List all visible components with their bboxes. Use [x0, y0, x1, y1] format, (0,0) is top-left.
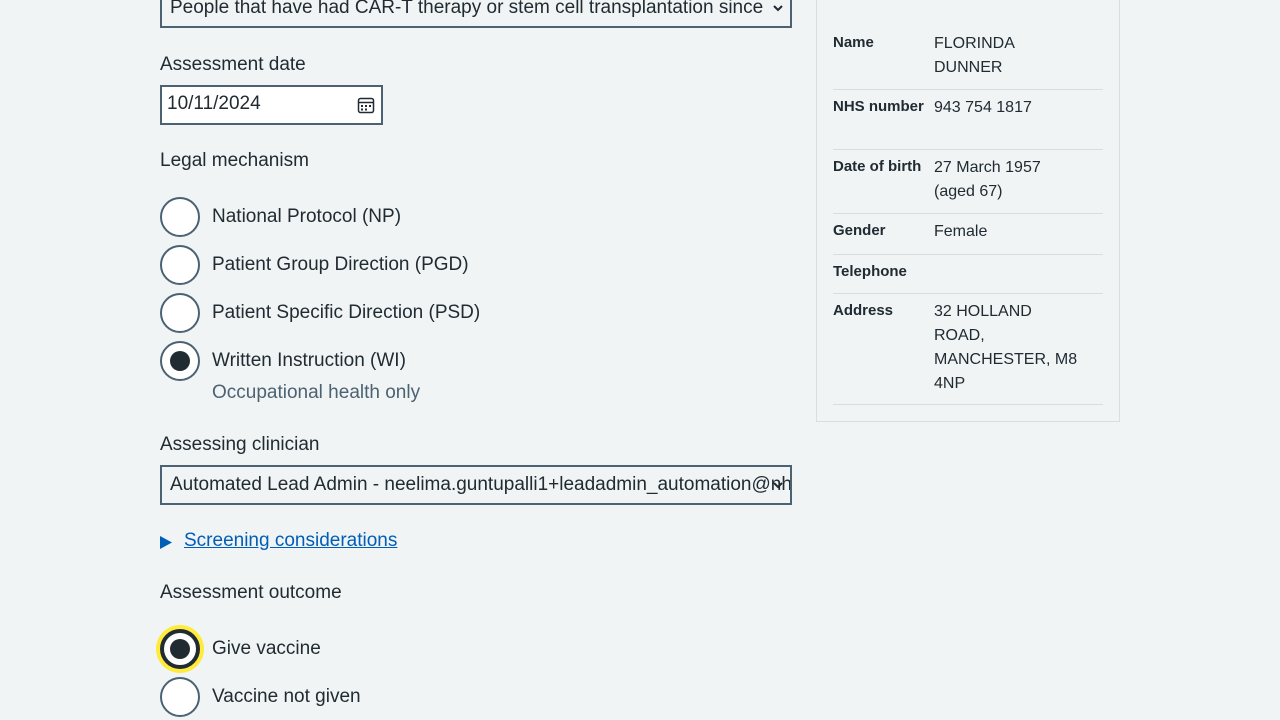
patient-name-label: Name [833, 34, 874, 51]
patient-gender-value: Female [934, 223, 988, 240]
patient-name-row: Name FLORINDA DUNNER [833, 32, 1103, 90]
patient-dob-row: Date of birth 27 March 1957 (aged 67) [833, 149, 1103, 214]
wi-hint: Occupational health only [212, 382, 421, 403]
patient-dob-label: Date of birth [833, 158, 922, 175]
patient-telephone-label: Telephone [833, 263, 907, 280]
screening-considerations-link[interactable]: Screening considerations [184, 530, 397, 552]
radio-psd-label[interactable]: Patient Specific Direction (PSD) [212, 293, 480, 333]
radio-wi[interactable] [160, 341, 200, 381]
assessment-date-input[interactable]: 10/11/2024 [160, 85, 383, 125]
radio-vaccine-not-given[interactable] [160, 677, 200, 717]
assessing-clinician-select[interactable]: Automated Lead Admin - neelima.guntupall… [160, 465, 792, 505]
patient-nhs-label: NHS number [833, 98, 924, 115]
radio-give-vaccine-label[interactable]: Give vaccine [212, 629, 321, 669]
radio-wi-label[interactable]: Written Instruction (WI) [212, 341, 406, 381]
assessing-clinician-value: Automated Lead Admin - neelima.guntupall… [170, 474, 792, 495]
calendar-icon[interactable] [357, 96, 375, 114]
assessment-date-label: Assessment date [160, 54, 306, 75]
patient-name-value: FLORINDA DUNNER [934, 35, 1015, 76]
patient-gender-row: Gender Female [833, 213, 1103, 255]
radio-np[interactable] [160, 197, 200, 237]
chevron-down-icon [773, 482, 783, 489]
legal-mechanism-label: Legal mechanism [160, 150, 309, 171]
patient-telephone-row: Telephone [833, 254, 1103, 294]
assessing-clinician-label: Assessing clinician [160, 434, 320, 455]
vaccination-record-page: People that have had CAR-T therapy or st… [0, 0, 1280, 720]
assessment-date-value: 10/11/2024 [167, 93, 261, 114]
eligibility-select-value: People that have had CAR-T therapy or st… [170, 0, 764, 18]
triangle-right-icon[interactable] [160, 536, 172, 549]
radio-pgd[interactable] [160, 245, 200, 285]
patient-address-value: 32 HOLLAND ROAD, MANCHESTER, M8 4NP [934, 303, 1078, 392]
radio-vaccine-not-given-label[interactable]: Vaccine not given [212, 677, 361, 717]
radio-psd[interactable] [160, 293, 200, 333]
radio-np-label[interactable]: National Protocol (NP) [212, 197, 401, 237]
radio-give-vaccine[interactable] [160, 629, 200, 669]
chevron-down-icon [773, 5, 783, 12]
radio-pgd-label[interactable]: Patient Group Direction (PGD) [212, 245, 469, 285]
patient-dob-value: 27 March 1957 (aged 67) [934, 159, 1041, 200]
eligibility-select[interactable]: People that have had CAR-T therapy or st… [160, 0, 792, 28]
patient-nhs-row: NHS number 943 754 1817 [833, 89, 1103, 150]
patient-gender-label: Gender [833, 222, 886, 239]
patient-nhs-value: 943 754 1817 [934, 99, 1032, 116]
patient-address-label: Address [833, 302, 894, 319]
assessment-outcome-label: Assessment outcome [160, 582, 342, 603]
patient-details-card: Name FLORINDA DUNNER NHS number 943 754 … [816, 0, 1120, 422]
patient-address-row: Address 32 HOLLAND ROAD, MANCHESTER, M8 … [833, 293, 1103, 405]
